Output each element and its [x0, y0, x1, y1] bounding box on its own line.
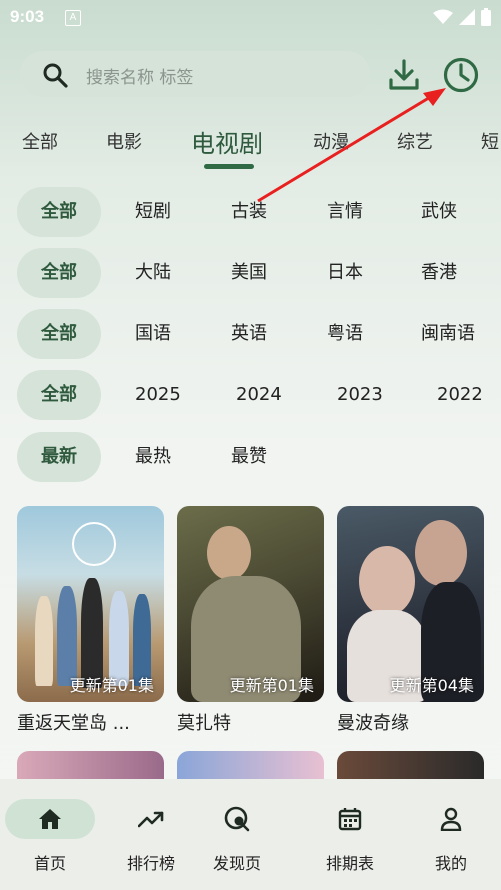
filter-option[interactable]: 2024 — [236, 370, 282, 420]
nav-label: 首页 — [33, 854, 66, 873]
tab-short[interactable]: 短 — [481, 128, 499, 154]
filter-row-language: 全部 国语 英语 粤语 闽南语 — [0, 309, 501, 359]
status-bar: 9:03 A — [0, 0, 501, 34]
filter-option[interactable]: 最赞 — [231, 432, 267, 482]
status-icons — [433, 8, 491, 26]
filter-option[interactable]: 闽南语 — [421, 309, 475, 359]
tab-active-indicator — [204, 164, 254, 169]
status-time: 9:03 — [10, 7, 45, 26]
video-card[interactable]: 更新第01集 重返天堂岛 ... — [17, 506, 164, 735]
card-title: 莫扎特 — [177, 713, 231, 734]
filter-chip-selected[interactable]: 全部 — [17, 370, 101, 420]
card-title: 重返天堂岛 ... — [17, 713, 130, 734]
home-icon — [39, 809, 61, 829]
filter-option[interactable]: 最热 — [135, 432, 171, 482]
filter-row-year: 全部 2025 2024 2023 2022 — [0, 370, 501, 420]
filter-option[interactable]: 粤语 — [327, 309, 363, 359]
card-title: 曼波奇缘 — [337, 713, 409, 734]
filter-option[interactable]: 2023 — [337, 370, 383, 420]
nav-ranking[interactable]: 排行榜 — [106, 779, 196, 874]
video-card-partial[interactable] — [17, 751, 164, 781]
nav-home[interactable]: 首页 — [5, 779, 95, 874]
episode-badge: 更新第04集 — [389, 676, 474, 695]
tab-tv-series[interactable]: 电视剧 — [191, 124, 263, 159]
trending-icon — [138, 811, 164, 828]
filter-option[interactable]: 2025 — [135, 370, 181, 420]
bottom-navigation: 首页 排行榜 发现页 排期表 我的 — [0, 779, 501, 890]
calendar-icon — [338, 808, 362, 831]
filter-option[interactable]: 短剧 — [135, 187, 171, 237]
filter-option[interactable]: 武侠 — [421, 187, 457, 237]
tab-all[interactable]: 全部 — [22, 128, 58, 154]
tab-variety[interactable]: 综艺 — [397, 128, 433, 154]
filter-option[interactable]: 日本 — [327, 248, 363, 298]
poster-image: 更新第04集 — [337, 506, 484, 702]
filter-option[interactable]: 大陆 — [135, 248, 171, 298]
search-placeholder: 搜索名称 标签 — [86, 68, 194, 88]
poster-image: 更新第01集 — [177, 506, 324, 702]
signal-icon — [459, 9, 475, 25]
discover-icon — [224, 806, 250, 832]
tab-anime[interactable]: 动漫 — [313, 128, 349, 154]
category-tabs: 全部 电影 电视剧 动漫 综艺 短 — [0, 120, 501, 176]
filter-chip-selected[interactable]: 最新 — [17, 432, 101, 482]
download-icon[interactable] — [388, 58, 420, 92]
filter-option[interactable]: 2022 — [437, 370, 483, 420]
notification-icon: A — [65, 10, 81, 26]
clock-icon[interactable] — [442, 56, 480, 94]
nav-label: 排期表 — [325, 854, 374, 873]
search-icon — [43, 63, 68, 88]
filter-chip-selected[interactable]: 全部 — [17, 248, 101, 298]
episode-badge: 更新第01集 — [69, 676, 154, 695]
filter-row-region: 全部 大陆 美国 日本 香港 — [0, 248, 501, 298]
filter-row-genre: 全部 短剧 古装 言情 武侠 — [0, 187, 501, 237]
nav-profile[interactable]: 我的 — [406, 779, 496, 874]
show-logo — [72, 522, 116, 566]
nav-schedule[interactable]: 排期表 — [305, 779, 395, 874]
person-icon — [440, 807, 462, 831]
video-card[interactable]: 更新第01集 莫扎特 — [177, 506, 324, 735]
filter-option[interactable]: 美国 — [231, 248, 267, 298]
battery-icon — [481, 8, 491, 26]
video-card-partial[interactable] — [177, 751, 324, 781]
video-card[interactable]: 更新第04集 曼波奇缘 — [337, 506, 484, 735]
nav-label: 排行榜 — [126, 854, 175, 873]
filter-row-sort: 最新 最热 最赞 — [0, 432, 501, 482]
nav-label: 发现页 — [212, 854, 261, 873]
nav-label: 我的 — [434, 854, 467, 873]
filter-option[interactable]: 英语 — [231, 309, 267, 359]
filter-option[interactable]: 国语 — [135, 309, 171, 359]
filter-chip-selected[interactable]: 全部 — [17, 309, 101, 359]
filter-chip-selected[interactable]: 全部 — [17, 187, 101, 237]
filter-option[interactable]: 言情 — [327, 187, 363, 237]
poster-image: 更新第01集 — [17, 506, 164, 702]
tab-movie[interactable]: 电影 — [106, 128, 142, 154]
filter-option[interactable]: 香港 — [421, 248, 457, 298]
episode-badge: 更新第01集 — [229, 676, 314, 695]
video-card-partial[interactable] — [337, 751, 484, 781]
nav-discover[interactable]: 发现页 — [192, 779, 282, 874]
wifi-icon — [433, 9, 453, 24]
search-bar[interactable]: 搜索名称 标签 — [20, 51, 370, 97]
filter-option[interactable]: 古装 — [231, 187, 267, 237]
